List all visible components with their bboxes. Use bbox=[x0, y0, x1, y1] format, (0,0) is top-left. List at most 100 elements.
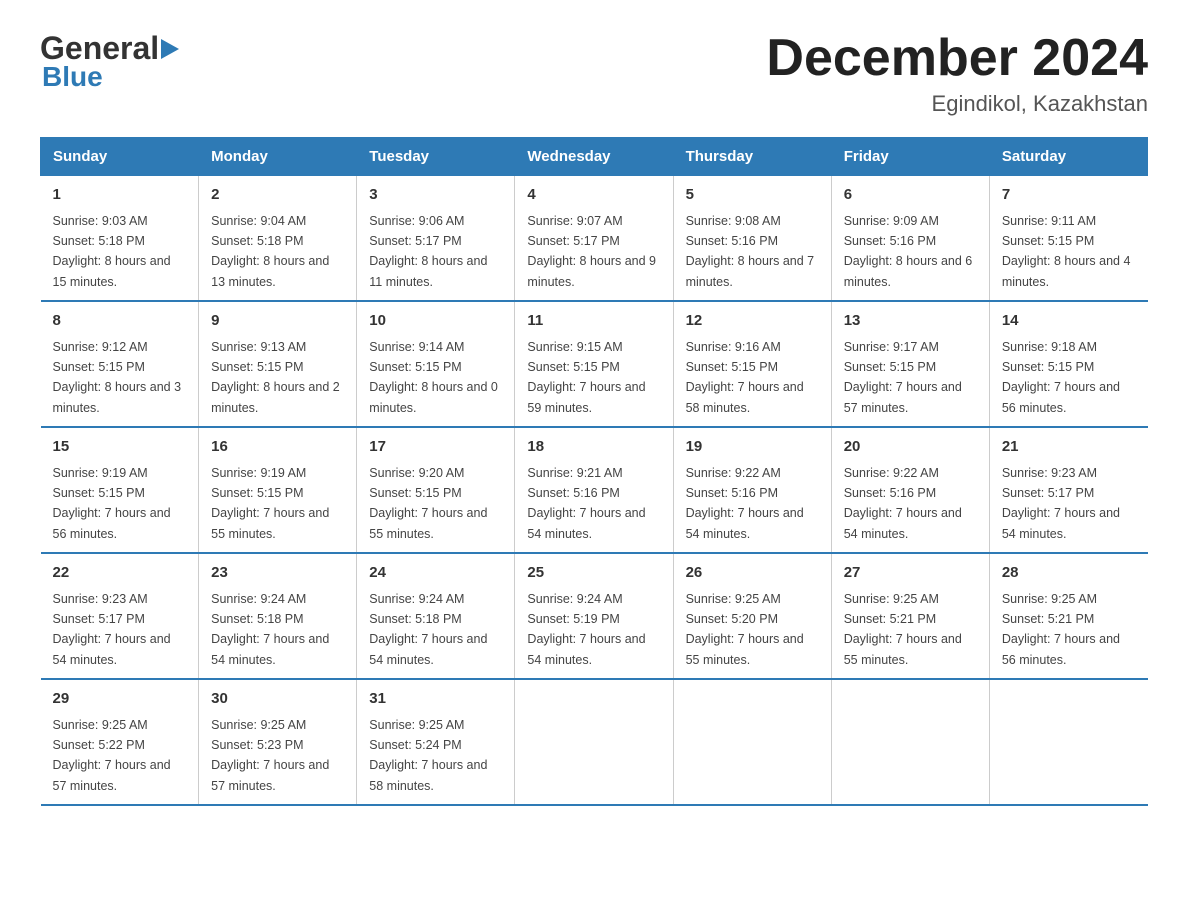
day-number: 12 bbox=[686, 310, 819, 333]
day-cell-12: 12 Sunrise: 9:16 AMSunset: 5:15 PMDaylig… bbox=[673, 301, 831, 427]
day-cell-20: 20 Sunrise: 9:22 AMSunset: 5:16 PMDaylig… bbox=[831, 427, 989, 553]
day-info: Sunrise: 9:22 AMSunset: 5:16 PMDaylight:… bbox=[686, 466, 804, 541]
day-cell-8: 8 Sunrise: 9:12 AMSunset: 5:15 PMDayligh… bbox=[41, 301, 199, 427]
day-cell-empty bbox=[989, 679, 1147, 805]
day-cell-29: 29 Sunrise: 9:25 AMSunset: 5:22 PMDaylig… bbox=[41, 679, 199, 805]
day-info: Sunrise: 9:14 AMSunset: 5:15 PMDaylight:… bbox=[369, 340, 498, 415]
day-cell-21: 21 Sunrise: 9:23 AMSunset: 5:17 PMDaylig… bbox=[989, 427, 1147, 553]
day-number: 13 bbox=[844, 310, 977, 333]
week-row-1: 1 Sunrise: 9:03 AMSunset: 5:18 PMDayligh… bbox=[41, 176, 1148, 302]
day-number: 22 bbox=[53, 562, 187, 585]
day-cell-28: 28 Sunrise: 9:25 AMSunset: 5:21 PMDaylig… bbox=[989, 553, 1147, 679]
day-info: Sunrise: 9:07 AMSunset: 5:17 PMDaylight:… bbox=[527, 214, 656, 289]
day-info: Sunrise: 9:25 AMSunset: 5:24 PMDaylight:… bbox=[369, 718, 487, 793]
day-number: 18 bbox=[527, 436, 660, 459]
day-cell-14: 14 Sunrise: 9:18 AMSunset: 5:15 PMDaylig… bbox=[989, 301, 1147, 427]
header-sunday: Sunday bbox=[41, 138, 199, 176]
day-info: Sunrise: 9:16 AMSunset: 5:15 PMDaylight:… bbox=[686, 340, 804, 415]
header-tuesday: Tuesday bbox=[357, 138, 515, 176]
day-number: 5 bbox=[686, 184, 819, 207]
page-header: General Blue December 2024 Egindikol, Ka… bbox=[40, 30, 1148, 117]
day-number: 27 bbox=[844, 562, 977, 585]
day-info: Sunrise: 9:15 AMSunset: 5:15 PMDaylight:… bbox=[527, 340, 645, 415]
day-cell-30: 30 Sunrise: 9:25 AMSunset: 5:23 PMDaylig… bbox=[199, 679, 357, 805]
day-cell-7: 7 Sunrise: 9:11 AMSunset: 5:15 PMDayligh… bbox=[989, 176, 1147, 302]
day-number: 14 bbox=[1002, 310, 1136, 333]
day-cell-3: 3 Sunrise: 9:06 AMSunset: 5:17 PMDayligh… bbox=[357, 176, 515, 302]
day-info: Sunrise: 9:25 AMSunset: 5:20 PMDaylight:… bbox=[686, 592, 804, 667]
header-wednesday: Wednesday bbox=[515, 138, 673, 176]
day-info: Sunrise: 9:11 AMSunset: 5:15 PMDaylight:… bbox=[1002, 214, 1131, 289]
day-info: Sunrise: 9:21 AMSunset: 5:16 PMDaylight:… bbox=[527, 466, 645, 541]
day-info: Sunrise: 9:20 AMSunset: 5:15 PMDaylight:… bbox=[369, 466, 487, 541]
day-info: Sunrise: 9:22 AMSunset: 5:16 PMDaylight:… bbox=[844, 466, 962, 541]
day-info: Sunrise: 9:18 AMSunset: 5:15 PMDaylight:… bbox=[1002, 340, 1120, 415]
day-number: 29 bbox=[53, 688, 187, 711]
day-info: Sunrise: 9:09 AMSunset: 5:16 PMDaylight:… bbox=[844, 214, 973, 289]
day-cell-4: 4 Sunrise: 9:07 AMSunset: 5:17 PMDayligh… bbox=[515, 176, 673, 302]
day-number: 24 bbox=[369, 562, 502, 585]
day-info: Sunrise: 9:08 AMSunset: 5:16 PMDaylight:… bbox=[686, 214, 815, 289]
day-info: Sunrise: 9:24 AMSunset: 5:18 PMDaylight:… bbox=[369, 592, 487, 667]
day-cell-empty bbox=[515, 679, 673, 805]
day-number: 2 bbox=[211, 184, 344, 207]
day-info: Sunrise: 9:24 AMSunset: 5:19 PMDaylight:… bbox=[527, 592, 645, 667]
day-info: Sunrise: 9:13 AMSunset: 5:15 PMDaylight:… bbox=[211, 340, 340, 415]
day-number: 28 bbox=[1002, 562, 1136, 585]
day-info: Sunrise: 9:24 AMSunset: 5:18 PMDaylight:… bbox=[211, 592, 329, 667]
header-thursday: Thursday bbox=[673, 138, 831, 176]
day-info: Sunrise: 9:04 AMSunset: 5:18 PMDaylight:… bbox=[211, 214, 329, 289]
day-cell-23: 23 Sunrise: 9:24 AMSunset: 5:18 PMDaylig… bbox=[199, 553, 357, 679]
day-number: 19 bbox=[686, 436, 819, 459]
day-number: 26 bbox=[686, 562, 819, 585]
day-info: Sunrise: 9:25 AMSunset: 5:21 PMDaylight:… bbox=[1002, 592, 1120, 667]
day-cell-27: 27 Sunrise: 9:25 AMSunset: 5:21 PMDaylig… bbox=[831, 553, 989, 679]
day-cell-empty bbox=[673, 679, 831, 805]
page-subtitle: Egindikol, Kazakhstan bbox=[766, 91, 1148, 117]
day-number: 8 bbox=[53, 310, 187, 333]
day-cell-empty bbox=[831, 679, 989, 805]
week-row-3: 15 Sunrise: 9:19 AMSunset: 5:15 PMDaylig… bbox=[41, 427, 1148, 553]
day-number: 17 bbox=[369, 436, 502, 459]
day-number: 4 bbox=[527, 184, 660, 207]
header-saturday: Saturday bbox=[989, 138, 1147, 176]
day-info: Sunrise: 9:12 AMSunset: 5:15 PMDaylight:… bbox=[53, 340, 182, 415]
day-info: Sunrise: 9:23 AMSunset: 5:17 PMDaylight:… bbox=[53, 592, 171, 667]
page-title: December 2024 bbox=[766, 30, 1148, 87]
week-row-4: 22 Sunrise: 9:23 AMSunset: 5:17 PMDaylig… bbox=[41, 553, 1148, 679]
day-cell-5: 5 Sunrise: 9:08 AMSunset: 5:16 PMDayligh… bbox=[673, 176, 831, 302]
day-cell-25: 25 Sunrise: 9:24 AMSunset: 5:19 PMDaylig… bbox=[515, 553, 673, 679]
day-cell-11: 11 Sunrise: 9:15 AMSunset: 5:15 PMDaylig… bbox=[515, 301, 673, 427]
day-cell-10: 10 Sunrise: 9:14 AMSunset: 5:15 PMDaylig… bbox=[357, 301, 515, 427]
day-info: Sunrise: 9:25 AMSunset: 5:22 PMDaylight:… bbox=[53, 718, 171, 793]
week-row-5: 29 Sunrise: 9:25 AMSunset: 5:22 PMDaylig… bbox=[41, 679, 1148, 805]
day-number: 3 bbox=[369, 184, 502, 207]
title-block: December 2024 Egindikol, Kazakhstan bbox=[766, 30, 1148, 117]
weekday-header-row: Sunday Monday Tuesday Wednesday Thursday… bbox=[41, 138, 1148, 176]
day-number: 10 bbox=[369, 310, 502, 333]
day-cell-19: 19 Sunrise: 9:22 AMSunset: 5:16 PMDaylig… bbox=[673, 427, 831, 553]
day-number: 7 bbox=[1002, 184, 1136, 207]
day-info: Sunrise: 9:19 AMSunset: 5:15 PMDaylight:… bbox=[211, 466, 329, 541]
day-number: 31 bbox=[369, 688, 502, 711]
day-number: 30 bbox=[211, 688, 344, 711]
day-cell-1: 1 Sunrise: 9:03 AMSunset: 5:18 PMDayligh… bbox=[41, 176, 199, 302]
header-monday: Monday bbox=[199, 138, 357, 176]
day-number: 1 bbox=[53, 184, 187, 207]
day-cell-6: 6 Sunrise: 9:09 AMSunset: 5:16 PMDayligh… bbox=[831, 176, 989, 302]
day-cell-16: 16 Sunrise: 9:19 AMSunset: 5:15 PMDaylig… bbox=[199, 427, 357, 553]
week-row-2: 8 Sunrise: 9:12 AMSunset: 5:15 PMDayligh… bbox=[41, 301, 1148, 427]
day-number: 23 bbox=[211, 562, 344, 585]
day-number: 25 bbox=[527, 562, 660, 585]
day-number: 16 bbox=[211, 436, 344, 459]
day-number: 11 bbox=[527, 310, 660, 333]
day-cell-22: 22 Sunrise: 9:23 AMSunset: 5:17 PMDaylig… bbox=[41, 553, 199, 679]
day-info: Sunrise: 9:03 AMSunset: 5:18 PMDaylight:… bbox=[53, 214, 171, 289]
header-friday: Friday bbox=[831, 138, 989, 176]
logo: General Blue bbox=[40, 30, 183, 93]
day-cell-31: 31 Sunrise: 9:25 AMSunset: 5:24 PMDaylig… bbox=[357, 679, 515, 805]
day-cell-9: 9 Sunrise: 9:13 AMSunset: 5:15 PMDayligh… bbox=[199, 301, 357, 427]
day-cell-18: 18 Sunrise: 9:21 AMSunset: 5:16 PMDaylig… bbox=[515, 427, 673, 553]
day-cell-17: 17 Sunrise: 9:20 AMSunset: 5:15 PMDaylig… bbox=[357, 427, 515, 553]
day-cell-2: 2 Sunrise: 9:04 AMSunset: 5:18 PMDayligh… bbox=[199, 176, 357, 302]
